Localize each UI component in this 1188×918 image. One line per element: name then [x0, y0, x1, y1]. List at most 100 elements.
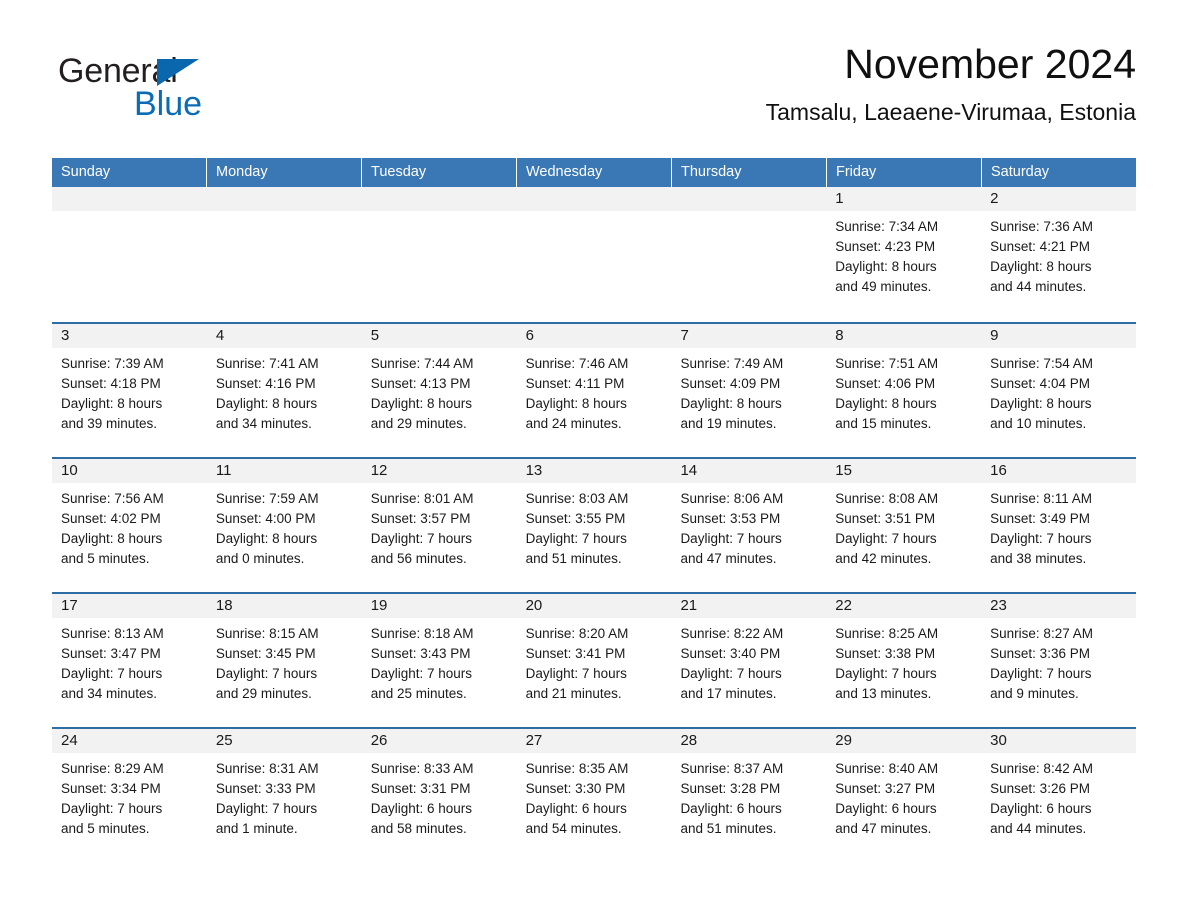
calendar-day-cell[interactable]: 11 Sunrise: 7:59 AM Sunset: 4:00 PM Dayligh…: [206, 459, 362, 592]
sunrise-text: Sunrise: 7:44 AM: [370, 356, 474, 371]
sunrise-text: Sunrise: 8:27 AM: [990, 626, 1093, 641]
calendar-day-cell[interactable]: 26 Sunrise: 8:33 AM Sunset: 3:31 PM Dayligh…: [361, 729, 517, 862]
daylight-text-line1: Daylight: 7 hours: [215, 801, 318, 816]
calendar-day-cell[interactable]: 16 Sunrise: 8:11 AM Sunset: 3:49 PM Dayligh…: [981, 459, 1137, 592]
day-number: 13: [516, 459, 672, 483]
sunrise-text: Sunrise: 7:54 AM: [990, 356, 1093, 371]
calendar-day-cell[interactable]: 29 Sunrise: 8:40 AM Sunset: 3:27 PM Dayligh…: [826, 729, 982, 862]
calendar-day-cell[interactable]: 30 Sunrise: 8:42 AM Sunset: 3:26 PM Dayligh…: [981, 729, 1137, 862]
day-details: Sunrise: 7:54 AM Sunset: 4:04 PM Daylight:…: [981, 348, 1136, 434]
day-number: 2: [981, 187, 1137, 211]
weekday-header-row: Sunday Monday Tuesday Wednesday Thursday…: [52, 158, 1136, 187]
calendar-day-cell[interactable]: 15 Sunrise: 8:08 AM Sunset: 3:51 PM Dayligh…: [826, 459, 982, 592]
daylight-text-line1: Daylight: 8 hours: [990, 396, 1092, 411]
day-number: 16: [981, 459, 1137, 483]
calendar-week-row: 24 Sunrise: 8:29 AM Sunset: 3:34 PM Dayligh…: [52, 727, 1137, 862]
day-number: [206, 187, 362, 211]
calendar-day-cell[interactable]: 19 Sunrise: 8:18 AM Sunset: 3:43 PM Dayligh…: [361, 594, 517, 727]
day-number: 11: [206, 459, 362, 483]
sunrise-text: Sunrise: 8:40 AM: [835, 761, 939, 776]
sunset-text: Sunset: 4:23 PM: [835, 239, 936, 254]
day-details: Sunrise: 8:08 AM Sunset: 3:51 PM Daylight:…: [826, 483, 981, 569]
daylight-text-line1: Daylight: 8 hours: [61, 531, 163, 546]
weekday-header-wednesday: Wednesday: [517, 158, 672, 187]
sunrise-text: Sunrise: 7:39 AM: [61, 356, 164, 371]
day-details: Sunrise: 7:41 AM Sunset: 4:16 PM Daylight:…: [207, 348, 362, 434]
calendar-week-row: 10 Sunrise: 7:56 AM Sunset: 4:02 PM Dayligh…: [52, 457, 1137, 592]
calendar-day-cell[interactable]: 22 Sunrise: 8:25 AM Sunset: 3:38 PM Dayligh…: [826, 594, 982, 727]
sunrise-text: Sunrise: 7:51 AM: [835, 356, 939, 371]
calendar-day-cell[interactable]: 21 Sunrise: 8:22 AM Sunset: 3:40 PM Dayligh…: [671, 594, 827, 727]
calendar-day-cell[interactable]: 23 Sunrise: 8:27 AM Sunset: 3:36 PM Dayligh…: [981, 594, 1137, 727]
calendar-day-cell[interactable]: 8 Sunrise: 7:51 AM Sunset: 4:06 PM Daylight…: [826, 324, 982, 457]
daylight-text-line1: Daylight: 8 hours: [990, 259, 1092, 274]
calendar-day-cell-empty: [206, 187, 362, 322]
daylight-text-line1: Daylight: 7 hours: [61, 801, 163, 816]
sunset-text: Sunset: 4:00 PM: [215, 511, 316, 526]
daylight-text-line2: and 1 minute.: [215, 821, 298, 836]
weekday-header-monday: Monday: [207, 158, 362, 187]
sunrise-text: Sunrise: 7:34 AM: [835, 219, 939, 234]
daylight-text-line2: and 5 minutes.: [61, 551, 150, 566]
day-number: 29: [826, 729, 982, 753]
triangle-icon: [157, 59, 199, 86]
calendar-day-cell[interactable]: 14 Sunrise: 8:06 AM Sunset: 3:53 PM Dayligh…: [671, 459, 827, 592]
daylight-text-line2: and 24 minutes.: [525, 416, 622, 431]
calendar-day-cell[interactable]: 27 Sunrise: 8:35 AM Sunset: 3:30 PM Dayligh…: [516, 729, 672, 862]
daylight-text-line2: and 34 minutes.: [215, 416, 312, 431]
calendar-day-cell[interactable]: 1 Sunrise: 7:34 AM Sunset: 4:23 PM Daylight…: [826, 187, 982, 322]
calendar-day-cell[interactable]: 18 Sunrise: 8:15 AM Sunset: 3:45 PM Dayligh…: [206, 594, 362, 727]
daylight-text-line1: Daylight: 8 hours: [215, 531, 318, 546]
day-details: Sunrise: 8:20 AM Sunset: 3:41 PM Daylight:…: [517, 618, 672, 704]
day-details: Sunrise: 8:37 AM Sunset: 3:28 PM Daylight:…: [671, 753, 826, 839]
sunset-text: Sunset: 4:18 PM: [61, 376, 161, 391]
sunset-text: Sunset: 4:11 PM: [525, 376, 625, 391]
sunset-text: Sunset: 3:26 PM: [990, 781, 1090, 796]
calendar-day-cell[interactable]: 7 Sunrise: 7:49 AM Sunset: 4:09 PM Daylight…: [671, 324, 827, 457]
sunrise-text: Sunrise: 8:11 AM: [990, 491, 1092, 506]
sunset-text: Sunset: 3:51 PM: [835, 511, 936, 526]
day-details: Sunrise: 7:49 AM Sunset: 4:09 PM Daylight:…: [671, 348, 826, 434]
daylight-text-line1: Daylight: 6 hours: [680, 801, 782, 816]
daylight-text-line2: and 44 minutes.: [990, 821, 1087, 836]
calendar-day-cell[interactable]: 12 Sunrise: 8:01 AM Sunset: 3:57 PM Dayligh…: [361, 459, 517, 592]
day-details: Sunrise: 7:46 AM Sunset: 4:11 PM Daylight:…: [517, 348, 672, 434]
calendar-day-cell[interactable]: 10 Sunrise: 7:56 AM Sunset: 4:02 PM Dayligh…: [52, 459, 207, 592]
daylight-text-line1: Daylight: 7 hours: [370, 666, 473, 681]
sunset-text: Sunset: 3:47 PM: [61, 646, 161, 661]
calendar-day-cell[interactable]: 28 Sunrise: 8:37 AM Sunset: 3:28 PM Dayligh…: [671, 729, 827, 862]
calendar-day-cell[interactable]: 2 Sunrise: 7:36 AM Sunset: 4:21 PM Daylight…: [981, 187, 1137, 322]
calendar-day-cell[interactable]: 17 Sunrise: 8:13 AM Sunset: 3:47 PM Dayligh…: [52, 594, 207, 727]
calendar-day-cell-empty: [361, 187, 517, 322]
calendar-week-row: 3 Sunrise: 7:39 AM Sunset: 4:18 PM Daylight…: [52, 322, 1137, 457]
weekday-header-thursday: Thursday: [672, 158, 827, 187]
day-number: 7: [671, 324, 827, 348]
sunset-text: Sunset: 3:36 PM: [990, 646, 1090, 661]
day-details: Sunrise: 8:40 AM Sunset: 3:27 PM Daylight:…: [826, 753, 981, 839]
sunrise-text: Sunrise: 8:18 AM: [370, 626, 474, 641]
calendar-day-cell[interactable]: 13 Sunrise: 8:03 AM Sunset: 3:55 PM Dayligh…: [516, 459, 672, 592]
calendar-day-cell[interactable]: 9 Sunrise: 7:54 AM Sunset: 4:04 PM Daylight…: [981, 324, 1137, 457]
daylight-text-line2: and 29 minutes.: [370, 416, 467, 431]
day-details: Sunrise: 8:31 AM Sunset: 3:33 PM Daylight:…: [207, 753, 362, 839]
sunrise-text: Sunrise: 8:13 AM: [61, 626, 164, 641]
daylight-text-line2: and 34 minutes.: [61, 686, 158, 701]
calendar-day-cell[interactable]: 25 Sunrise: 8:31 AM Sunset: 3:33 PM Dayligh…: [206, 729, 362, 862]
daylight-text-line1: Daylight: 7 hours: [370, 531, 473, 546]
calendar-day-cell[interactable]: 20 Sunrise: 8:20 AM Sunset: 3:41 PM Dayligh…: [516, 594, 672, 727]
sunset-text: Sunset: 3:43 PM: [370, 646, 471, 661]
calendar-day-cell[interactable]: 6 Sunrise: 7:46 AM Sunset: 4:11 PM Daylight…: [516, 324, 672, 457]
calendar-day-cell[interactable]: 3 Sunrise: 7:39 AM Sunset: 4:18 PM Daylight…: [52, 324, 207, 457]
calendar-day-cell[interactable]: 24 Sunrise: 8:29 AM Sunset: 3:34 PM Dayligh…: [52, 729, 207, 862]
daylight-text-line2: and 49 minutes.: [835, 279, 932, 294]
general-blue-logo[interactable]: General Blue: [58, 54, 338, 138]
day-details: Sunrise: 8:11 AM Sunset: 3:49 PM Daylight:…: [981, 483, 1136, 569]
day-number: 24: [52, 729, 207, 753]
sunset-text: Sunset: 3:53 PM: [680, 511, 781, 526]
calendar-day-cell[interactable]: 4 Sunrise: 7:41 AM Sunset: 4:16 PM Daylight…: [206, 324, 362, 457]
calendar-day-cell[interactable]: 5 Sunrise: 7:44 AM Sunset: 4:13 PM Daylight…: [361, 324, 517, 457]
day-number: 27: [516, 729, 672, 753]
daylight-text-line1: Daylight: 7 hours: [680, 666, 782, 681]
daylight-text-line2: and 58 minutes.: [370, 821, 467, 836]
day-number: 5: [361, 324, 517, 348]
